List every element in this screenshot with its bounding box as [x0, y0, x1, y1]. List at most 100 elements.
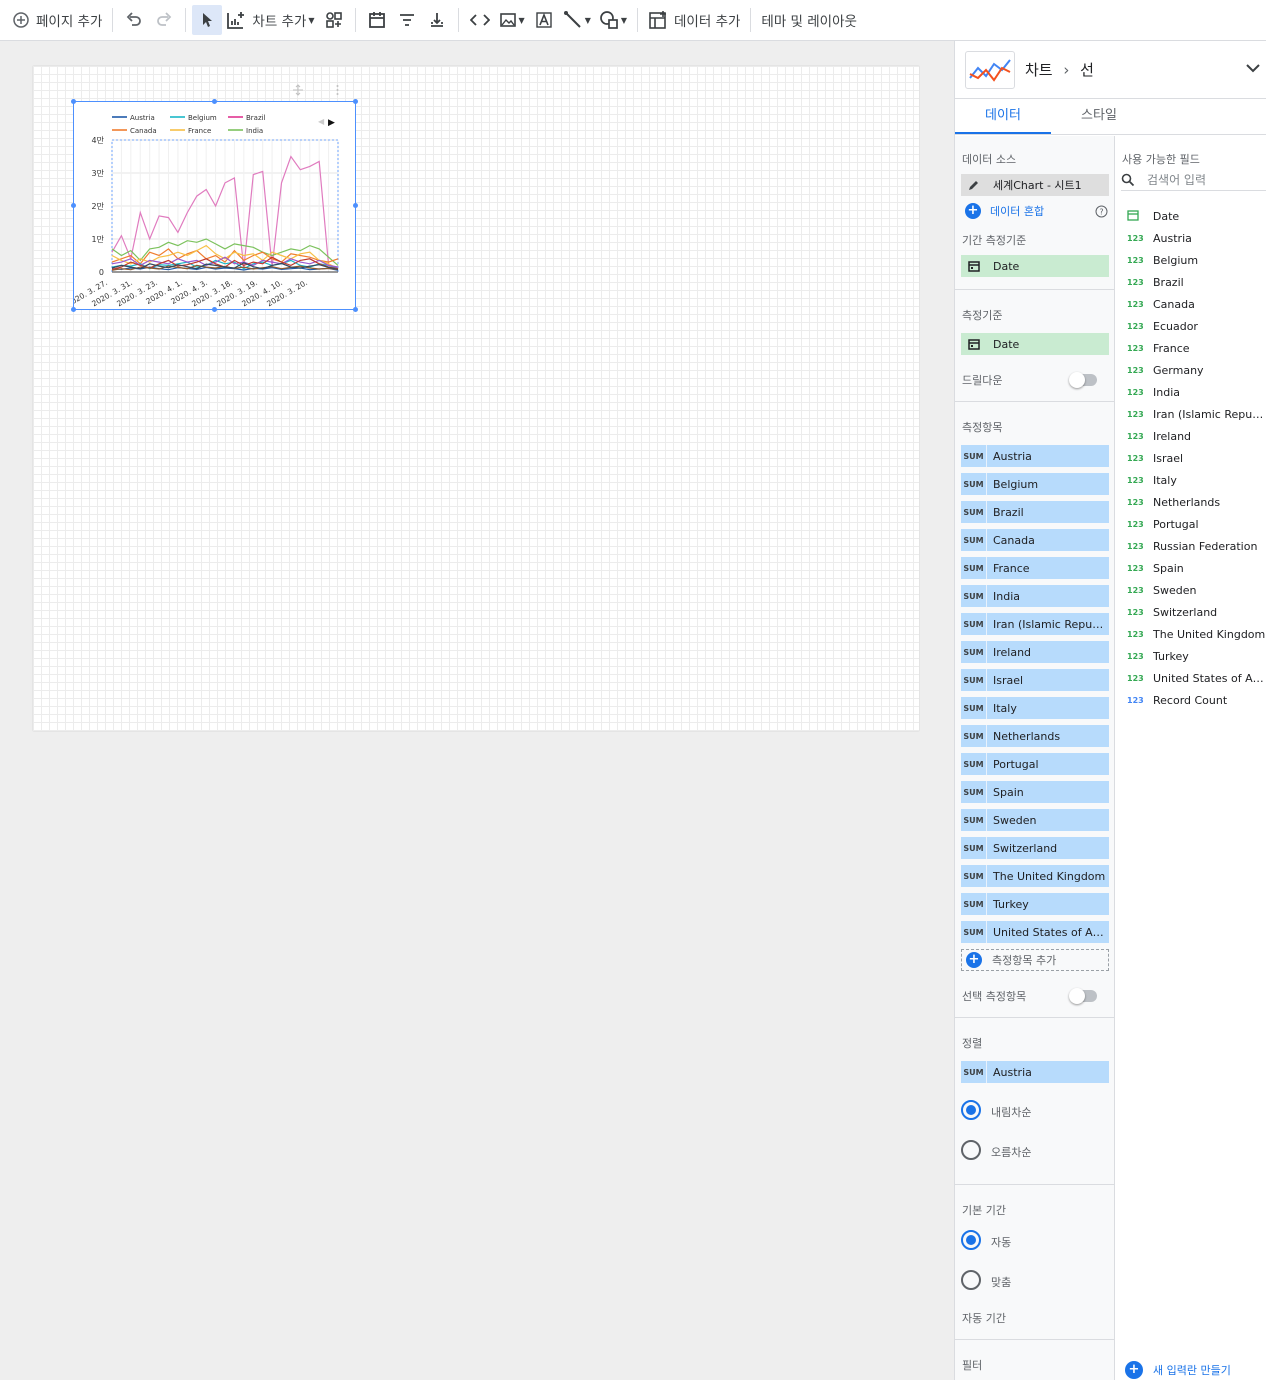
resize-handle[interactable]: [353, 307, 358, 312]
metric-pill[interactable]: SUM Spain: [961, 781, 1109, 803]
metric-pill[interactable]: SUM India: [961, 585, 1109, 607]
section-divider: [955, 1339, 1114, 1340]
field-item[interactable]: 123 Spain: [1127, 559, 1266, 577]
divider: [637, 8, 639, 32]
range-auto-radio[interactable]: [961, 1230, 981, 1250]
text-button[interactable]: [529, 5, 559, 35]
resize-handle[interactable]: [212, 307, 217, 312]
field-item[interactable]: 123 Ireland: [1127, 427, 1266, 445]
number-type-icon: 123: [1127, 541, 1144, 551]
blend-data-button[interactable]: + 데이터 혼합: [965, 203, 1044, 219]
metric-pill[interactable]: SUM Italy: [961, 697, 1109, 719]
field-item-record-count[interactable]: 123 Record Count: [1127, 691, 1266, 709]
field-search[interactable]: 검색어 입력: [1121, 169, 1266, 191]
metric-pill[interactable]: SUM United States of America: [961, 921, 1109, 943]
metric-pill[interactable]: SUM Ireland: [961, 641, 1109, 663]
field-item[interactable]: 123 Sweden: [1127, 581, 1266, 599]
field-item[interactable]: 123 France: [1127, 339, 1266, 357]
field-name: United States of America: [1153, 671, 1266, 685]
add-control-button[interactable]: [319, 5, 349, 35]
field-item[interactable]: 123 Austria: [1127, 229, 1266, 247]
resize-handle[interactable]: [71, 203, 76, 208]
image-button[interactable]: ▼: [495, 5, 529, 35]
sort-field-pill[interactable]: SUM Austria: [961, 1061, 1109, 1083]
calendar-icon: [961, 255, 987, 277]
metric-pill[interactable]: SUM Austria: [961, 445, 1109, 467]
resize-handle[interactable]: [71, 99, 76, 104]
field-name: Date: [1152, 209, 1180, 223]
metric-pill[interactable]: SUM Portugal: [961, 753, 1109, 775]
chevron-down-icon[interactable]: [1246, 63, 1260, 73]
tab-data[interactable]: 데이터: [955, 99, 1051, 134]
metric-pill[interactable]: SUM Israel: [961, 669, 1109, 691]
data-control-button[interactable]: [422, 5, 452, 35]
add-page-button[interactable]: 페이지 추가: [8, 5, 106, 35]
number-type-icon: 123: [1127, 321, 1144, 331]
drag-handle-icon[interactable]: [292, 84, 304, 96]
resize-handle[interactable]: [212, 99, 217, 104]
field-item[interactable]: 123 Israel: [1127, 449, 1266, 467]
field-item[interactable]: 123 Brazil: [1127, 273, 1266, 291]
add-chart-button[interactable]: 차트 추가 ▼: [222, 5, 318, 35]
tab-style[interactable]: 스타일: [1051, 99, 1147, 134]
date-range-button[interactable]: [362, 5, 392, 35]
resize-handle[interactable]: [71, 307, 76, 312]
field-item[interactable]: 123 Italy: [1127, 471, 1266, 489]
chart-type-thumbnail[interactable]: [965, 50, 1015, 89]
drilldown-toggle[interactable]: [1069, 372, 1097, 388]
data-source-pill[interactable]: 세계Chart - 시트1: [961, 174, 1109, 196]
field-item[interactable]: 123 Portugal: [1127, 515, 1266, 533]
theme-layout-button[interactable]: 테마 및 레이아웃: [757, 5, 861, 35]
optional-metrics-toggle[interactable]: [1069, 988, 1097, 1004]
metric-pill[interactable]: SUM Brazil: [961, 501, 1109, 523]
add-metric-button[interactable]: + 측정항목 추가: [961, 949, 1109, 971]
metric-pill[interactable]: SUM France: [961, 557, 1109, 579]
metric-pill[interactable]: SUM Switzerland: [961, 837, 1109, 859]
redo-button[interactable]: [149, 5, 179, 35]
sort-descending-radio[interactable]: [961, 1100, 981, 1120]
add-data-button[interactable]: 데이터 추가: [644, 5, 744, 35]
field-item[interactable]: 123 Canada: [1127, 295, 1266, 313]
field-item[interactable]: 123 Turkey: [1127, 647, 1266, 665]
line-chart[interactable]: Austria Belgium Brazil Canada France India ◀ ▶ 0…: [73, 101, 356, 310]
field-item[interactable]: 123 Belgium: [1127, 251, 1266, 269]
metric-pill[interactable]: SUM Canada: [961, 529, 1109, 551]
metric-pill[interactable]: SUM Iran (Islamic Republic of): [961, 613, 1109, 635]
field-item[interactable]: 123 Switzerland: [1127, 603, 1266, 621]
field-item-date[interactable]: Date: [1127, 207, 1266, 225]
embed-url-button[interactable]: [465, 5, 495, 35]
metric-pill[interactable]: SUM Belgium: [961, 473, 1109, 495]
line-button[interactable]: ▼: [559, 5, 595, 35]
field-item[interactable]: 123 Ecuador: [1127, 317, 1266, 335]
shape-button[interactable]: ▼: [595, 5, 631, 35]
field-item[interactable]: 123 Russian Federation: [1127, 537, 1266, 555]
field-item[interactable]: 123 India: [1127, 383, 1266, 401]
field-item[interactable]: 123 The United Kingdom: [1127, 625, 1266, 643]
search-input[interactable]: 검색어 입력: [1147, 171, 1206, 188]
field-item[interactable]: 123 Iran (Islamic Republic of): [1127, 405, 1266, 423]
create-field-button[interactable]: + 새 입력란 만들기: [1125, 1361, 1231, 1379]
aggregation-badge: SUM: [961, 445, 987, 467]
help-icon[interactable]: ?: [1095, 205, 1108, 218]
field-item[interactable]: 123 United States of America: [1127, 669, 1266, 687]
range-custom-radio[interactable]: [961, 1270, 981, 1290]
metric-pill[interactable]: SUM The United Kingdom: [961, 865, 1109, 887]
sort-ascending-radio[interactable]: [961, 1140, 981, 1160]
dimension-pill[interactable]: Date: [961, 333, 1109, 355]
sort-ascending-label: 오름차순: [991, 1146, 1032, 1159]
resize-handle[interactable]: [353, 203, 358, 208]
metric-pill[interactable]: SUM Netherlands: [961, 725, 1109, 747]
field-item[interactable]: 123 Germany: [1127, 361, 1266, 379]
field-item[interactable]: 123 Netherlands: [1127, 493, 1266, 511]
date-range-dimension-pill[interactable]: Date: [961, 255, 1109, 277]
metric-pill[interactable]: SUM Sweden: [961, 809, 1109, 831]
field-name: Ireland: [1153, 429, 1192, 443]
metric-pill[interactable]: SUM Turkey: [961, 893, 1109, 915]
more-vert-icon[interactable]: [335, 84, 340, 96]
number-type-icon: 123: [1127, 233, 1144, 243]
undo-button[interactable]: [119, 5, 149, 35]
select-tool-button[interactable]: [192, 5, 223, 35]
resize-handle[interactable]: [353, 99, 358, 104]
redo-icon: [157, 12, 172, 26]
filter-control-button[interactable]: [392, 5, 422, 35]
